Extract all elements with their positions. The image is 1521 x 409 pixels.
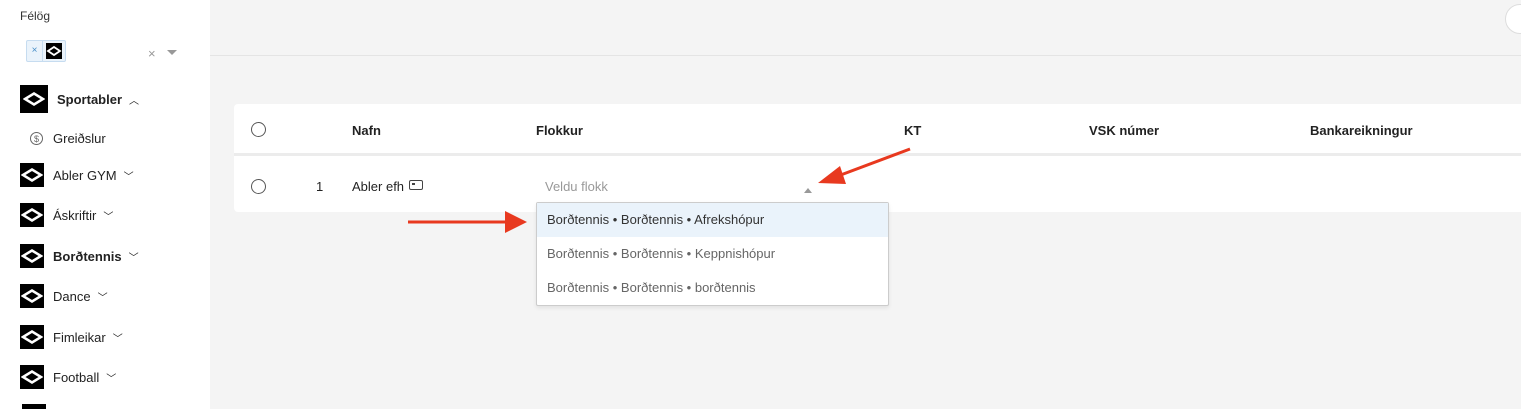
sidebar-item-label: Abler GYM xyxy=(53,167,117,183)
sidebar-item-greidslur[interactable]: $ Greiðslur xyxy=(30,131,106,146)
chevron-down-icon: ﹀ xyxy=(106,373,117,385)
sidebar-item-dance[interactable]: Dance ﹀ xyxy=(20,284,108,308)
user-avatar[interactable] xyxy=(1505,4,1521,34)
chevron-up-icon: ︿ xyxy=(129,95,140,107)
row-select-radio[interactable] xyxy=(251,179,266,194)
sidebar-item-label: Sportabler xyxy=(57,91,123,107)
category-select[interactable]: Veldu flokk xyxy=(536,172,816,200)
column-header-flokkur: Flokkur xyxy=(536,123,583,138)
column-header-vsk: VSK númer xyxy=(1089,123,1160,138)
select-all-radio[interactable] xyxy=(251,122,266,137)
dropdown-option[interactable]: Borðtennis • Borðtennis • borðtennis xyxy=(537,271,888,305)
club-logo-icon xyxy=(20,325,44,349)
category-dropdown: Borðtennis • Borðtennis • Afrekshópur Bo… xyxy=(536,202,889,306)
sidebar-item-football[interactable]: Football ﹀ xyxy=(20,365,116,389)
dropdown-option[interactable]: Borðtennis • Borðtennis • Keppnishópur xyxy=(537,237,888,271)
sidebar-item-label: Dance xyxy=(53,288,91,304)
clear-selection-icon[interactable]: × xyxy=(148,46,156,61)
sidebar-item-label: Football xyxy=(53,369,100,385)
category-select-placeholder: Veldu flokk xyxy=(545,179,608,194)
column-header-bankareikningur: Bankareikningur xyxy=(1310,123,1413,138)
club-logo-icon xyxy=(22,404,46,409)
caret-up-icon xyxy=(804,188,812,193)
sidebar-item-fimleikar[interactable]: Fimleikar ﹀ xyxy=(20,325,123,349)
club-logo-icon xyxy=(46,43,62,59)
row-index: 1 xyxy=(316,179,324,194)
id-card-icon[interactable] xyxy=(409,180,423,190)
annotation-arrow-icon xyxy=(408,211,527,233)
sidebar-item-label: Áskriftir xyxy=(53,207,97,223)
row-name: Abler efh xyxy=(352,179,405,194)
tag-remove-icon[interactable]: × xyxy=(27,41,43,61)
club-logo-icon xyxy=(20,365,44,389)
dropdown-option[interactable]: Borðtennis • Borðtennis • Afrekshópur xyxy=(537,203,888,237)
table-header: Nafn Flokkur KT VSK númer Bankareikningu… xyxy=(234,104,1521,156)
chevron-down-icon: ﹀ xyxy=(128,252,139,264)
club-logo-icon xyxy=(20,163,44,187)
club-logo-icon xyxy=(20,244,44,268)
sidebar-item-label: Fimleikar xyxy=(53,329,106,345)
chevron-down-icon: ﹀ xyxy=(103,211,114,223)
sidebar-item-bordtennis[interactable]: Borðtennis ﹀ xyxy=(20,244,139,268)
sidebar-item-label: Borðtennis xyxy=(53,248,122,264)
club-logo-icon xyxy=(20,284,44,308)
chevron-down-icon: ﹀ xyxy=(97,292,108,304)
chevron-down-icon: ﹀ xyxy=(123,171,134,183)
sidebar-item-sportabler[interactable]: Sportabler ︿ xyxy=(20,85,139,113)
sidebar-item-label: Greiðslur xyxy=(53,131,106,146)
column-header-kt: KT xyxy=(904,123,922,138)
sidebar-item-abler-gym[interactable]: Abler GYM ﹀ xyxy=(20,163,134,187)
club-logo-icon xyxy=(20,203,44,227)
column-header-nafn: Nafn xyxy=(352,123,381,138)
dollar-circle-icon: $ xyxy=(30,132,43,145)
sidebar: Félög × × Sportabler ︿ $ Greiðslur Abler… xyxy=(0,0,210,409)
sidebar-item-askriftir[interactable]: Áskriftir ﹀ xyxy=(20,203,113,227)
club-filter-label: Félög xyxy=(20,9,51,23)
dropdown-caret-icon[interactable] xyxy=(167,50,177,55)
clubs-table: Nafn Flokkur KT VSK númer Bankareikningu… xyxy=(234,104,1521,212)
chevron-down-icon: ﹀ xyxy=(112,333,123,345)
top-bar xyxy=(210,0,1521,56)
sportabler-logo-icon xyxy=(20,85,48,113)
selected-club-tag: × xyxy=(26,40,66,62)
